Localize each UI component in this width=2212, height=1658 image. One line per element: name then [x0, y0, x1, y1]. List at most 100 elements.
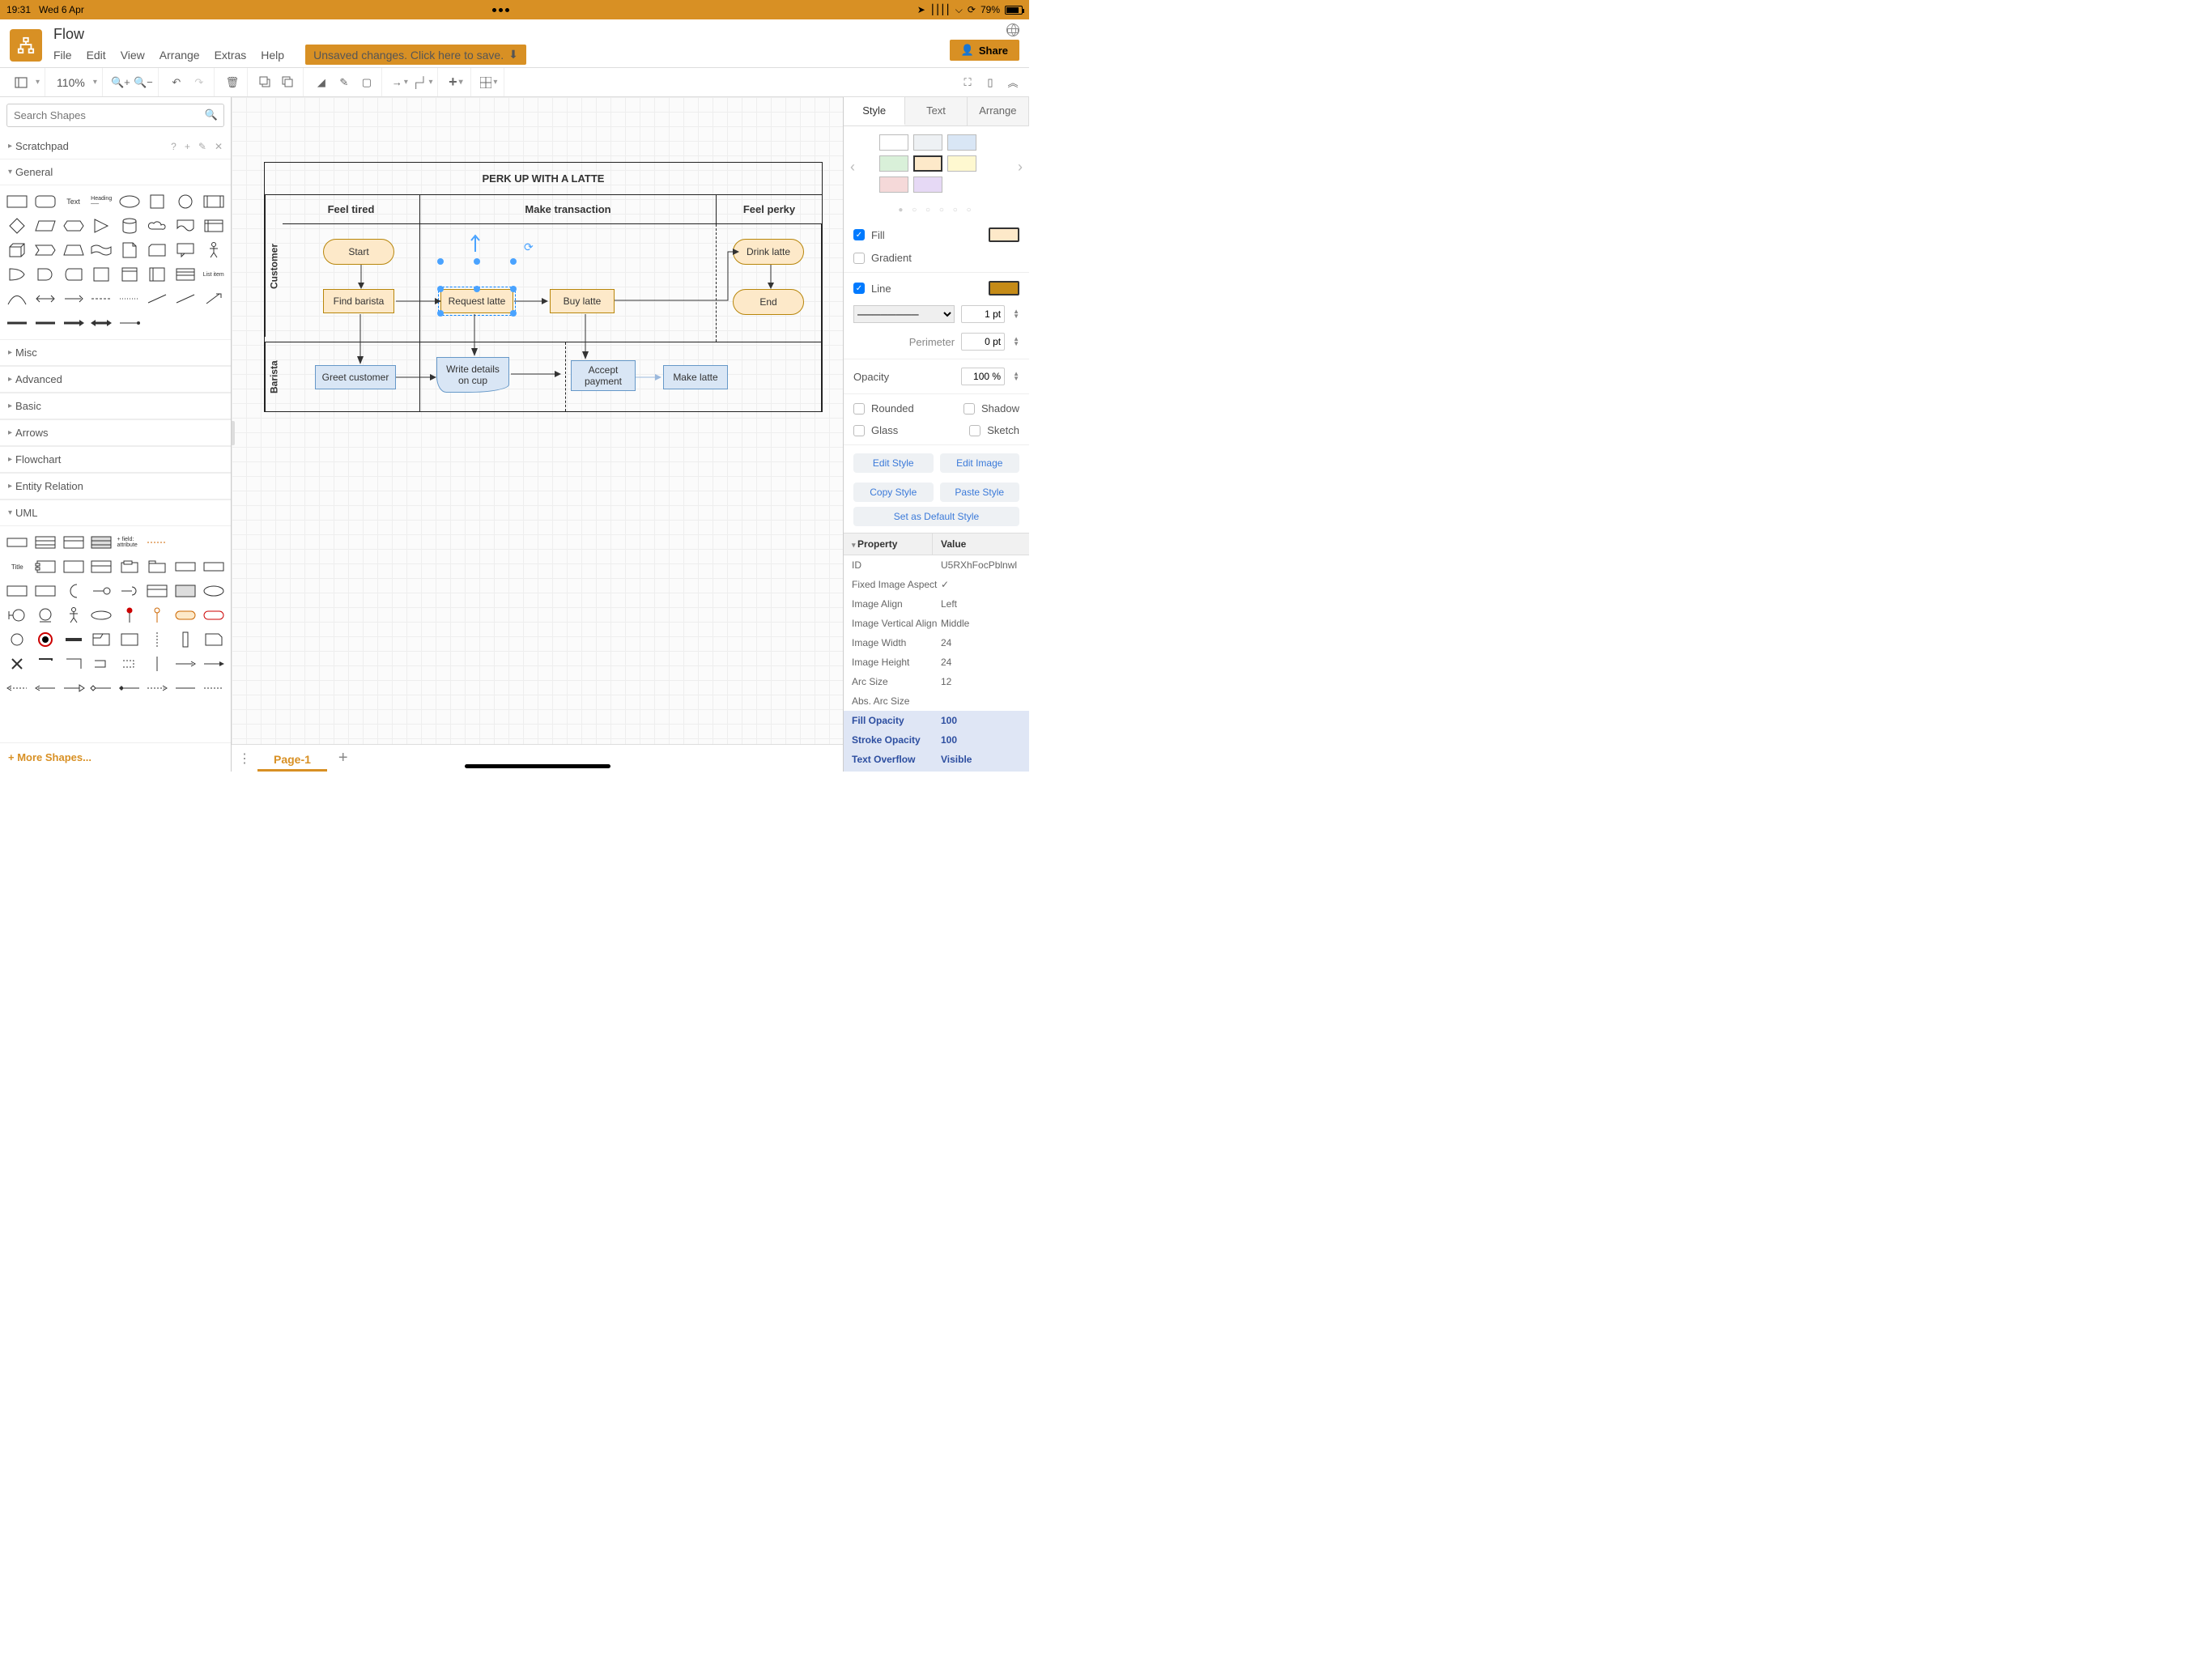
uml-class[interactable] [33, 533, 58, 552]
shape-link5[interactable] [117, 313, 143, 333]
uml-start[interactable] [5, 630, 30, 649]
node-accept-payment[interactable]: Accept payment [571, 360, 636, 391]
save-banner[interactable]: Unsaved changes. Click here to save.⬇ [305, 45, 526, 65]
zoom-in-icon[interactable]: 🔍+ [111, 73, 130, 92]
tab-arrange[interactable]: Arrange [968, 97, 1029, 125]
uml-gen[interactable] [61, 678, 86, 698]
uml-module[interactable] [117, 557, 143, 576]
swatch[interactable] [913, 176, 942, 193]
property-row[interactable]: Stroke Opacity100 [844, 730, 1029, 750]
shape-circle[interactable] [173, 192, 198, 211]
property-row[interactable]: Abs. Arc Size [844, 691, 1029, 711]
shape-list[interactable] [173, 265, 198, 284]
shape-callout[interactable] [173, 240, 198, 260]
swimlane-diagram[interactable]: PERK UP WITH A LATTE Customer Feel tired… [264, 162, 823, 412]
stepper[interactable]: ▲▼ [1013, 337, 1019, 346]
uml-self[interactable] [89, 654, 114, 674]
page-menu-icon[interactable]: ⋮ [235, 750, 254, 767]
stepper[interactable]: ▲▼ [1013, 309, 1019, 319]
node-find-barista[interactable]: Find barista [323, 289, 394, 313]
collapse-icon[interactable]: ︽ [1003, 73, 1023, 92]
set-default-button[interactable]: Set as Default Style [853, 507, 1019, 526]
shape-curve[interactable] [5, 289, 30, 308]
property-row[interactable]: Image Width24 [844, 633, 1029, 653]
uml-ret2[interactable] [33, 678, 58, 698]
uml-field[interactable]: + field: attribute [117, 533, 143, 552]
swatch[interactable] [879, 155, 908, 172]
uml-msg[interactable] [173, 654, 198, 674]
col-make-trans[interactable]: Make transaction [420, 195, 717, 223]
uml-pkg[interactable] [145, 557, 170, 576]
insert-icon[interactable]: +▾ [446, 73, 466, 92]
property-row[interactable]: Arc Size12 [844, 672, 1029, 691]
uml-assoc2[interactable] [201, 678, 226, 698]
uml-class2[interactable] [61, 533, 86, 552]
diagram-title[interactable]: PERK UP WITH A LATTE [264, 162, 823, 195]
shape-square[interactable] [145, 192, 170, 211]
node-greet[interactable]: Greet customer [315, 365, 396, 389]
plus-icon[interactable]: + [185, 141, 190, 152]
property-row[interactable]: Hide Label [844, 769, 1029, 772]
uml-frame2[interactable] [117, 630, 143, 649]
paste-style-button[interactable]: Paste Style [940, 483, 1020, 502]
glass-checkbox[interactable] [853, 425, 865, 436]
shape-doc[interactable] [173, 216, 198, 236]
menu-view[interactable]: View [121, 49, 145, 62]
uml-block[interactable] [89, 557, 114, 576]
uml-activity[interactable] [201, 606, 226, 625]
tab-style[interactable]: Style [844, 97, 905, 125]
menu-edit[interactable]: Edit [87, 49, 106, 62]
arrows-header[interactable]: ▸Arrows [0, 419, 231, 446]
opacity-input[interactable] [961, 368, 1005, 385]
node-buy-latte[interactable]: Buy latte [550, 289, 615, 313]
uml-activation[interactable] [173, 630, 198, 649]
rotate-icon[interactable]: ⟳ [524, 240, 534, 254]
line-color[interactable] [989, 281, 1019, 295]
shape-note[interactable] [117, 240, 143, 260]
shape-hexagon[interactable] [61, 216, 86, 236]
uml-comp[interactable] [33, 557, 58, 576]
uml-header[interactable]: ▾UML [0, 500, 231, 526]
uml-lifeline[interactable] [145, 630, 170, 649]
shape-text[interactable]: Text [61, 192, 86, 211]
uml-note[interactable] [201, 630, 226, 649]
prop-checkbox[interactable]: ✓ [941, 579, 949, 590]
shape-or[interactable] [5, 265, 30, 284]
uml-comp3[interactable] [117, 678, 143, 698]
uml-msg2[interactable] [201, 654, 226, 674]
node-request-latte[interactable]: Request latte [440, 289, 513, 313]
uml-state[interactable] [173, 606, 198, 625]
swatch[interactable] [913, 134, 942, 151]
uml-corner[interactable] [33, 654, 58, 674]
zoom-out-icon[interactable]: 🔍− [134, 73, 153, 92]
to-back-icon[interactable] [279, 73, 298, 92]
add-page-button[interactable]: + [330, 749, 356, 767]
uml-usecase[interactable] [201, 581, 226, 601]
menu-help[interactable]: Help [261, 49, 284, 62]
uml-title[interactable]: Title [5, 557, 30, 576]
property-row[interactable]: Text OverflowVisible [844, 750, 1029, 769]
shape-link2[interactable] [33, 313, 58, 333]
fullscreen-icon[interactable]: ⛶ [958, 73, 977, 92]
uml-end[interactable] [33, 630, 58, 649]
table-icon[interactable]: ▾ [479, 73, 499, 92]
general-header[interactable]: ▾ General [0, 159, 231, 185]
uml-dep[interactable] [145, 678, 170, 698]
uml-lollipop[interactable] [117, 606, 143, 625]
uml-boundary[interactable] [5, 606, 30, 625]
format-panel-icon[interactable]: ▯ [981, 73, 1000, 92]
uml-object[interactable] [5, 533, 30, 552]
rounded-checkbox[interactable] [853, 403, 865, 414]
shape-triangle[interactable] [89, 216, 114, 236]
uml-bar[interactable] [61, 630, 86, 649]
uml-agg[interactable] [89, 678, 114, 698]
waypoint-icon[interactable]: ┌┘▾ [413, 73, 432, 92]
shape-listitem[interactable]: List item [201, 265, 226, 284]
fill-icon[interactable]: ◢ [312, 73, 331, 92]
node-write-details[interactable]: Write details on cup [436, 357, 509, 393]
swatch[interactable] [947, 155, 976, 172]
uml-lifeline2[interactable] [145, 654, 170, 674]
share-button[interactable]: 👤Share [950, 40, 1019, 61]
shape-hframe[interactable] [145, 265, 170, 284]
canvas[interactable]: PERK UP WITH A LATTE Customer Feel tired… [232, 97, 843, 744]
